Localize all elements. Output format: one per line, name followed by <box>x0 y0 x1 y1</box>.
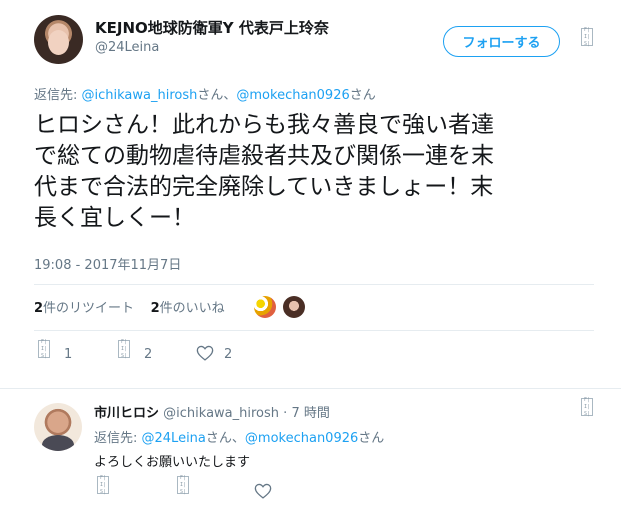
tweet-text-line: 代まで合法的完全廃除していきましょー！末 <box>34 174 494 200</box>
reply-author-name[interactable]: 市川ヒロシ <box>94 406 159 421</box>
separator-dot: · <box>283 406 288 421</box>
reply-time[interactable]: 7 時間 <box>291 406 329 421</box>
liker-avatar[interactable] <box>254 296 276 318</box>
liker-avatar[interactable] <box>283 296 305 318</box>
reply-to-separator: さん、 <box>205 431 245 446</box>
tweet-text: ヒロシさん！此れからも我々善良で強い者達 で総ての動物虐待虐殺者共及び関係一連を… <box>34 110 594 234</box>
reply-text: よろしくお願いいたします <box>94 455 251 470</box>
divider <box>0 388 621 389</box>
likes-stat[interactable]: 2件のいいね <box>151 301 225 316</box>
divider <box>34 330 594 331</box>
caret-menu-icon[interactable]: F| I| S| <box>581 27 593 47</box>
heart-icon[interactable] <box>196 345 214 361</box>
tweet-timestamp[interactable]: 19:08 - 2017年11月7日 <box>34 254 181 273</box>
reply-to-separator: さん、 <box>197 88 237 103</box>
follow-button[interactable]: フォローする <box>443 26 560 57</box>
tweet-text-line: 長く宜しくー！ <box>34 205 195 231</box>
likes-count: 2 <box>150 301 160 316</box>
retweets-label: 件のリツイート <box>43 301 135 316</box>
likes-label: 件のいいね <box>159 301 225 316</box>
divider <box>34 284 594 285</box>
author-display-name[interactable]: KEJNO地球防衛軍Y 代表戸上玲奈 <box>95 17 329 38</box>
author-handle[interactable]: @24Leina <box>95 40 159 55</box>
retweet-icon[interactable]: F| I| S| <box>177 475 189 495</box>
reply-icon[interactable]: F| I| S| <box>38 339 50 359</box>
reply-to-user-link[interactable]: @mokechan0926 <box>236 88 349 103</box>
reply-header: 市川ヒロシ @ichikawa_hirosh · 7 時間 <box>94 402 330 421</box>
reply-to-suffix: さん <box>358 431 385 446</box>
caret-menu-icon[interactable]: F| I| S| <box>581 397 593 417</box>
like-count: 2 <box>224 347 233 362</box>
reply-to-line: 返信先: @ichikawa_hiroshさん、@mokechan0926さん <box>34 84 376 103</box>
reply-to-suffix: さん <box>349 88 376 103</box>
reply-to-user-link[interactable]: @ichikawa_hirosh <box>82 88 198 103</box>
reply-count: 1 <box>64 347 73 362</box>
tweet-text-line: で総ての動物虐待虐殺者共及び関係一連を末 <box>34 143 494 169</box>
retweet-icon[interactable]: F| I| S| <box>118 339 130 359</box>
heart-icon[interactable] <box>254 483 272 499</box>
reply-to-user-link[interactable]: @24Leina <box>142 431 206 446</box>
retweets-count: 2 <box>34 301 44 316</box>
reply-to-label: 返信先: <box>34 88 82 103</box>
retweet-count: 2 <box>144 347 153 362</box>
reply-to-label: 返信先: <box>94 431 142 446</box>
reply-author-handle[interactable]: @ichikawa_hirosh <box>163 406 279 421</box>
reply-to-line: 返信先: @24Leinaさん、@mokechan0926さん <box>94 427 384 446</box>
reply-author-avatar[interactable] <box>34 403 82 451</box>
reply-to-user-link[interactable]: @mokechan0926 <box>245 431 358 446</box>
tweet-stats: 2件のリツイート 2件のいいね <box>34 297 225 316</box>
author-avatar[interactable] <box>34 15 83 64</box>
reply-icon[interactable]: F| I| S| <box>97 475 109 495</box>
retweets-stat[interactable]: 2件のリツイート <box>34 301 134 316</box>
tweet-text-line: ヒロシさん！此れからも我々善良で強い者達 <box>34 112 494 138</box>
